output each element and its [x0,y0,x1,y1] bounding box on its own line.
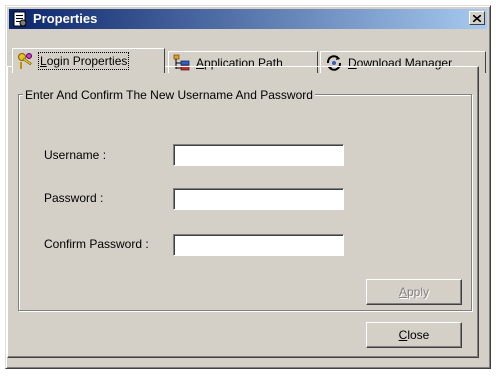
tab-login-properties[interactable]: Login Properties [12,48,165,73]
close-button[interactable]: Close [366,322,462,348]
username-label: Username : [44,148,107,162]
apply-button-label: Apply [398,285,430,299]
username-input[interactable] [173,144,344,166]
close-window-button[interactable] [469,11,485,25]
keys-icon [17,52,35,70]
confirm-password-label: Confirm Password : [44,237,149,251]
tab-login-properties-label: Login Properties [37,52,130,70]
apply-button[interactable]: Apply [366,279,462,305]
close-icon [473,14,481,22]
confirm-password-input[interactable] [173,234,344,256]
window-title: Properties [33,11,98,26]
properties-window-icon [12,11,28,27]
close-button-label: Close [398,328,430,342]
title-bar[interactable]: Properties [9,9,487,29]
groupbox-title: Enter And Confirm The New Username And P… [23,88,315,102]
password-label: Password : [44,191,104,205]
password-input[interactable] [173,188,344,210]
